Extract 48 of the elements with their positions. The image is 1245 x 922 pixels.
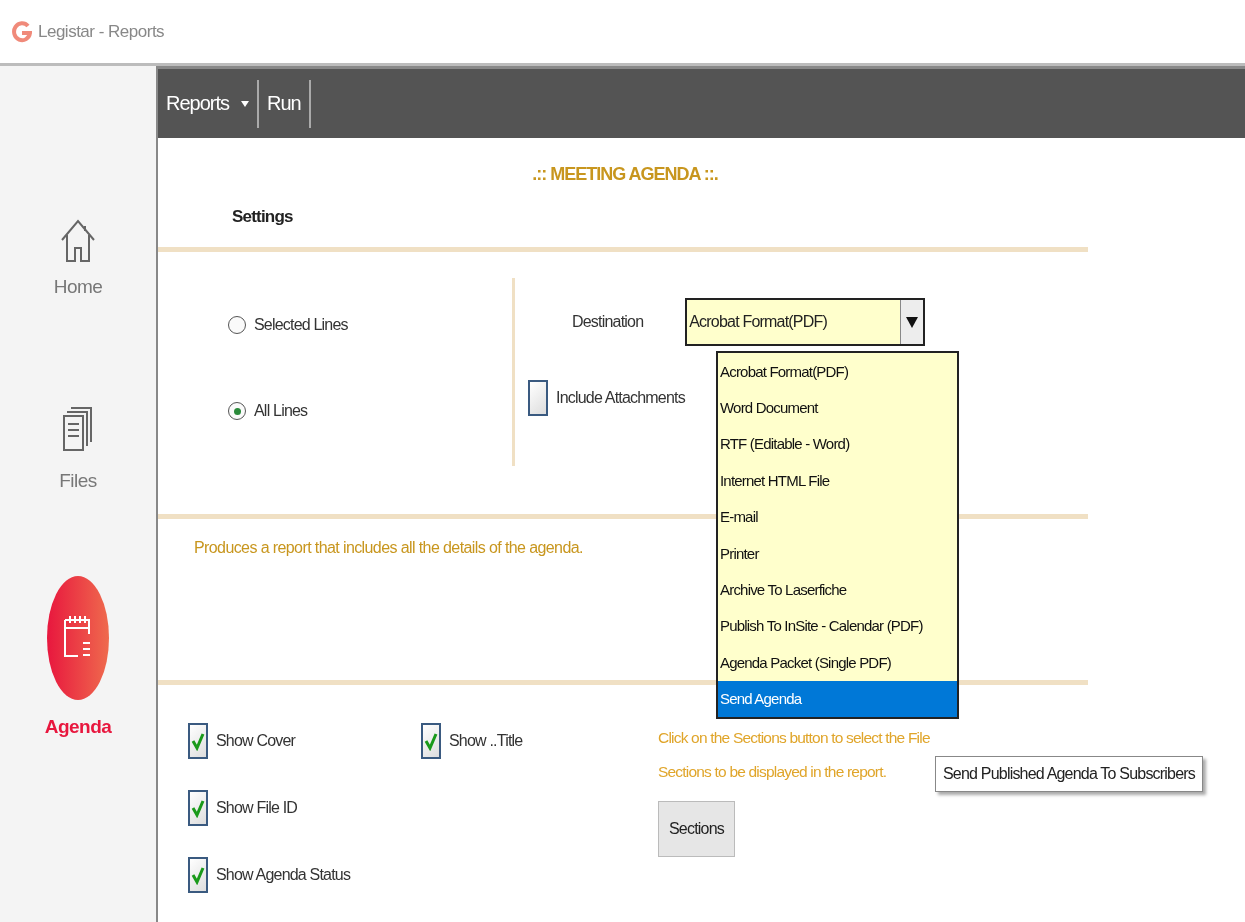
checkbox[interactable] — [421, 723, 441, 759]
radio-button[interactable] — [228, 316, 246, 334]
radio-label: Selected Lines — [254, 316, 348, 334]
dropdown-option[interactable]: Agenda Packet (Single PDF) — [718, 644, 957, 681]
dropdown-option[interactable]: RTF (Editable - Word) — [718, 425, 957, 463]
dropdown-option[interactable]: Word Document — [718, 389, 957, 426]
window-title: Legistar - Reports — [38, 21, 165, 42]
check-icon — [424, 731, 438, 751]
check-icon — [191, 865, 205, 885]
reports-menu[interactable]: Reports — [164, 79, 260, 128]
dropdown-option[interactable]: Publish To InSite - Calendar (PDF) — [718, 607, 957, 645]
report-title: .:: MEETING AGENDA ::. — [531, 164, 719, 185]
checkbox-label: Show ..Title — [449, 732, 523, 750]
sidebar-item[interactable]: Files — [59, 470, 97, 492]
check-icon — [191, 798, 205, 818]
dropdown-option[interactable]: Acrobat Format(PDF) — [718, 353, 957, 390]
checkbox[interactable] — [188, 723, 208, 759]
checkbox-label: Include Attachments — [556, 389, 685, 407]
caret-icon — [241, 100, 250, 107]
radio-label: All Lines — [254, 402, 308, 420]
radio-button[interactable] — [228, 402, 246, 420]
checkbox[interactable] — [188, 790, 208, 826]
sections-hint: Click on the Sections button to select the File Sections to be displayed in the report. — [658, 728, 931, 782]
caret-icon — [906, 316, 919, 328]
checkbox[interactable] — [528, 380, 548, 416]
field-label: Destination — [572, 313, 644, 331]
check-icon — [191, 731, 205, 751]
dropdown-option[interactable]: Internet HTML File — [718, 462, 957, 499]
checkbox-label: Show Cover — [216, 732, 296, 750]
destination-dropdown[interactable]: Acrobat Format(PDF) — [685, 298, 926, 346]
tooltip: Send Published Agenda To Subscribers — [935, 756, 1203, 792]
files-icon — [62, 406, 94, 452]
section-label: Settings — [232, 207, 294, 227]
run-button[interactable]: Run — [265, 79, 311, 128]
logo-icon — [12, 20, 32, 43]
report-description: Produces a report that includes all the details of the agenda. — [194, 539, 583, 557]
sidebar-item[interactable]: Home — [53, 276, 103, 298]
sections-button[interactable]: Sections — [658, 801, 735, 857]
home-icon — [59, 218, 97, 264]
dropdown-option[interactable]: Send Agenda — [718, 680, 957, 717]
checkbox-label: Show Agenda Status — [216, 866, 351, 884]
agenda-icon[interactable] — [46, 576, 110, 701]
dropdown-option[interactable]: Archive To Laserfiche — [718, 571, 957, 608]
checkbox-label: Show File ID — [216, 799, 298, 817]
dropdown-option[interactable]: E-mail — [718, 498, 957, 535]
sidebar-item[interactable]: Agenda — [44, 716, 112, 738]
dropdown-option[interactable]: Printer — [718, 534, 957, 572]
checkbox[interactable] — [188, 857, 208, 893]
